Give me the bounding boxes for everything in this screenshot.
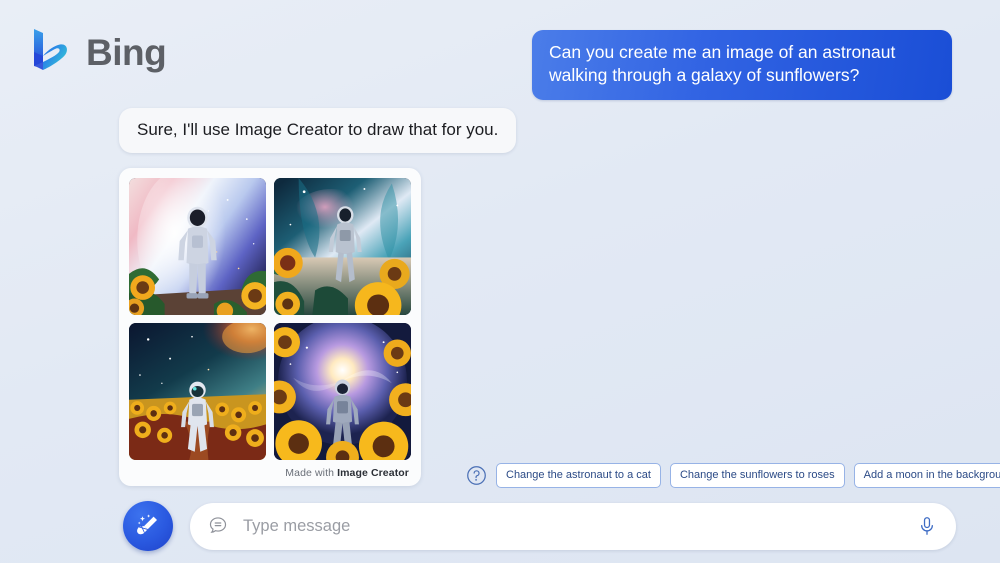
generated-image-thumbnail[interactable] (129, 323, 266, 460)
generated-image-thumbnail[interactable] (274, 323, 411, 460)
message-input[interactable] (229, 516, 914, 536)
broom-sparkle-icon (134, 512, 162, 540)
user-message-row: Can you create me an image of an astrona… (532, 30, 952, 100)
message-composer (123, 500, 956, 552)
conversation-area: Can you create me an image of an astrona… (0, 0, 1000, 492)
suggestion-chip-change-astronaut[interactable]: Change the astronaut to a cat (496, 463, 661, 489)
image-results-grid (129, 178, 411, 460)
microphone-icon (916, 515, 938, 537)
assistant-message-bubble: Sure, I'll use Image Creator to draw tha… (119, 108, 517, 154)
question-mark-circle-icon[interactable] (466, 465, 487, 486)
assistant-message-row: Sure, I'll use Image Creator to draw tha… (119, 108, 517, 154)
generated-image-thumbnail[interactable] (129, 178, 266, 315)
image-results-card: Made with Image Creator (119, 168, 421, 486)
image-creator-link[interactable]: Image Creator (337, 467, 409, 479)
chat-bubble-icon (207, 515, 229, 537)
generated-image-thumbnail[interactable] (274, 178, 411, 315)
attribution-prefix: Made with (285, 467, 338, 479)
microphone-button[interactable] (914, 513, 940, 539)
message-input-wrapper[interactable] (190, 502, 956, 550)
image-creator-attribution: Made with Image Creator (129, 460, 411, 486)
suggestion-chip-row: Change the astronaut to a cat Change the… (466, 463, 1000, 489)
user-message-bubble: Can you create me an image of an astrona… (532, 30, 952, 100)
suggestion-chip-change-sunflowers[interactable]: Change the sunflowers to roses (669, 463, 845, 489)
suggestion-chip-add-moon[interactable]: Add a moon in the background (853, 463, 1000, 489)
new-topic-button[interactable] (123, 501, 173, 551)
